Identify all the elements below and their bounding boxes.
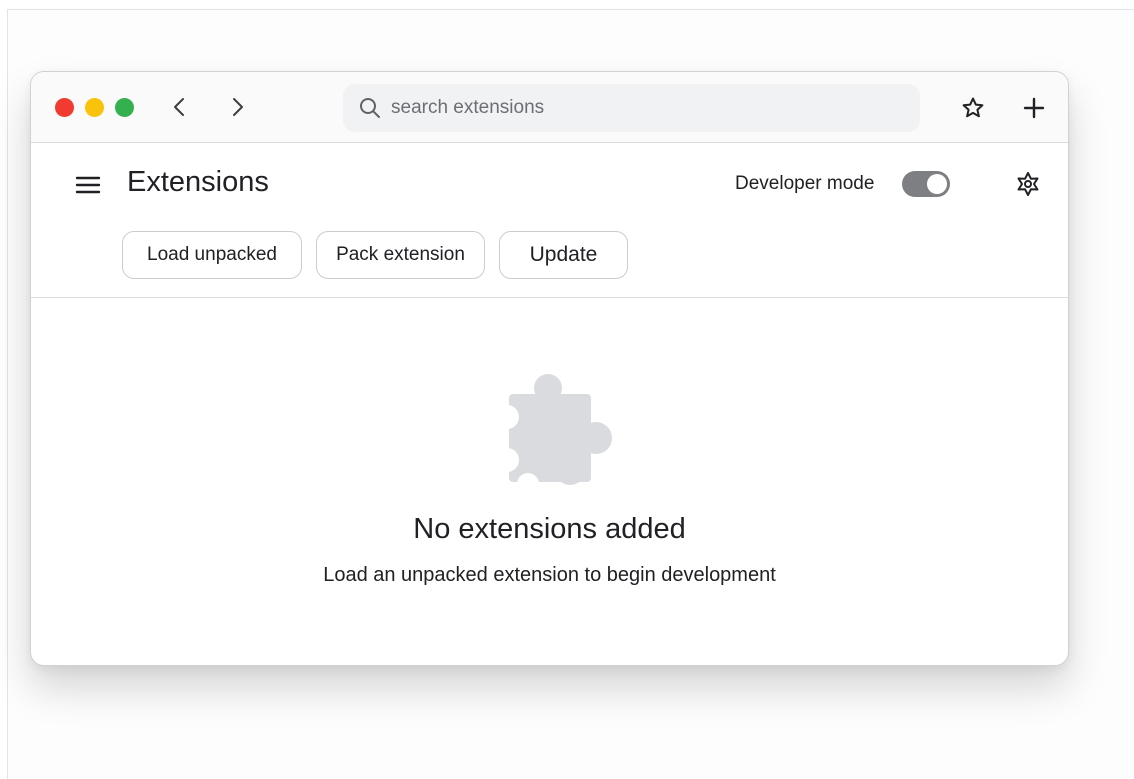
title-bar	[31, 72, 1068, 143]
plus-icon	[1023, 97, 1045, 119]
maximize-window-button[interactable]	[115, 98, 134, 117]
chevron-left-icon	[174, 98, 184, 116]
update-button[interactable]: Update	[499, 231, 628, 279]
star-icon	[962, 97, 984, 118]
forward-button[interactable]	[224, 94, 250, 120]
new-tab-button[interactable]	[1020, 94, 1048, 122]
page-title: Extensions	[127, 166, 269, 198]
toggle-knob	[927, 174, 947, 194]
search-input[interactable]	[391, 84, 891, 132]
browser-window: Extensions Developer mode Load unpacked …	[30, 71, 1069, 666]
load-unpacked-button[interactable]: Load unpacked	[122, 231, 302, 279]
hamburger-menu-icon	[75, 176, 101, 194]
search-icon	[360, 98, 380, 118]
empty-state-title: No extensions added	[413, 513, 686, 545]
settings-button[interactable]	[1014, 170, 1042, 198]
gear-icon	[1017, 172, 1039, 196]
chevron-right-icon	[233, 98, 243, 116]
close-window-button[interactable]	[55, 98, 74, 117]
developer-mode-toggle[interactable]	[902, 171, 950, 197]
puzzle-piece-icon	[503, 374, 612, 488]
developer-mode-label: Developer mode	[735, 173, 875, 194]
minimize-window-button[interactable]	[85, 98, 104, 117]
pack-extension-button[interactable]: Pack extension	[316, 231, 485, 279]
search-bar[interactable]	[343, 84, 920, 132]
bookmark-button[interactable]	[959, 94, 987, 122]
empty-state-subtitle: Load an unpacked extension to begin deve…	[323, 564, 776, 586]
back-button[interactable]	[167, 94, 193, 120]
main-menu-button[interactable]	[75, 172, 101, 198]
